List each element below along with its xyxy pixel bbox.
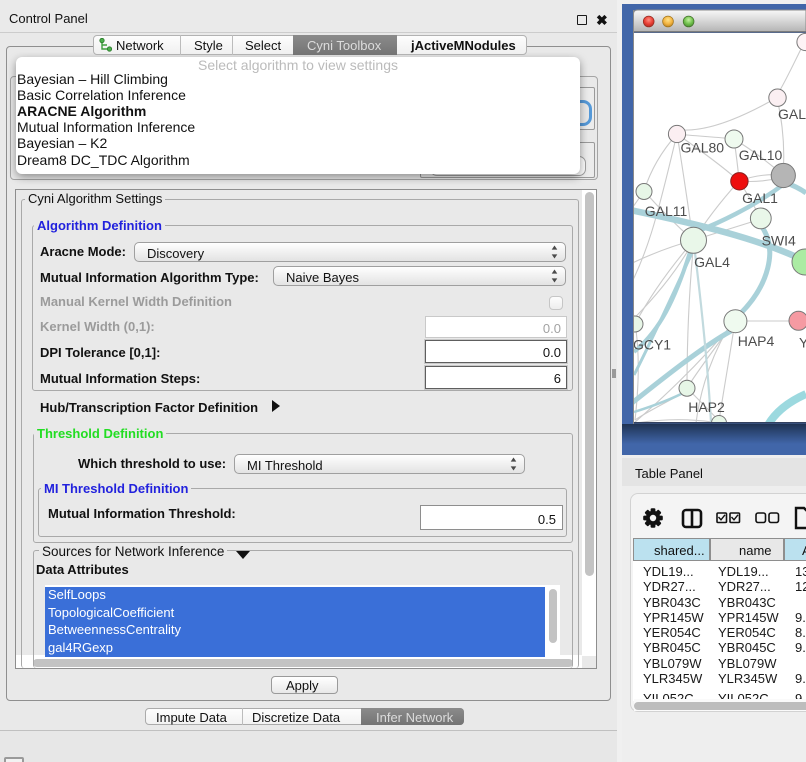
svg-text:GAL4: GAL4 — [694, 254, 730, 270]
svg-text:GAL80: GAL80 — [681, 140, 725, 156]
svg-text:GAL10: GAL10 — [739, 147, 783, 163]
svg-text:GAL2: GAL2 — [778, 106, 806, 122]
svg-text:HAP2: HAP2 — [688, 399, 725, 415]
svg-text:GAL11: GAL11 — [645, 203, 688, 219]
svg-text:SWI4: SWI4 — [762, 233, 796, 249]
svg-text:GCY1: GCY1 — [633, 337, 671, 353]
svg-text:Y: Y — [799, 334, 806, 350]
svg-text:GAL1: GAL1 — [742, 190, 778, 206]
svg-text:HAP4: HAP4 — [738, 333, 775, 349]
